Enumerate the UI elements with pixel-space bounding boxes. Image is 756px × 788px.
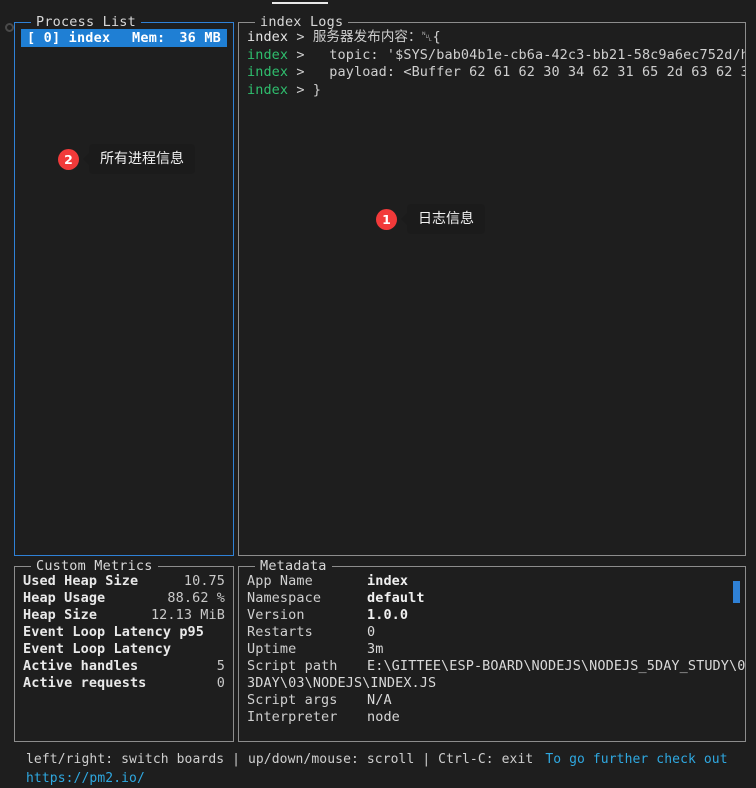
metadata-key: Script args <box>247 692 338 708</box>
log-tag: index <box>247 29 289 45</box>
metric-value: 12.13 MiB <box>150 607 225 623</box>
status-indicator-ring <box>5 23 14 32</box>
custom-metrics-body: Used Heap Size 10.75 Heap Usage 88.62 % He… <box>15 567 233 741</box>
metric-value: 88.62 % <box>167 590 225 606</box>
metadata-row: Namespace default <box>247 590 737 607</box>
metadata-key: Namespace <box>247 590 322 606</box>
log-arrow: > <box>288 46 305 63</box>
metadata-value: 1.0.0 <box>367 607 409 623</box>
metadata-value: 3m <box>367 641 384 657</box>
log-line: index > payload: <Buffer 62 61 62 30 34 … <box>247 64 745 82</box>
log-arrow: > <box>288 29 305 45</box>
metric-name: Heap Usage <box>23 590 106 606</box>
metadata-value: E:\GITTEE\ESP-BOARD\NODEJS\NODEJS_5DAY_S… <box>367 658 745 674</box>
annotation-badge-2: 2 <box>58 148 79 170</box>
log-text: payload: <Buffer 62 61 62 30 34 62 31 65… <box>304 64 745 80</box>
metadata-panel[interactable]: Metadata App Name index Namespace default … <box>238 558 746 742</box>
annotation-label-1: 日志信息 <box>401 204 485 234</box>
metric-row: Active handles 5 <box>23 658 225 675</box>
metadata-scrollbar-thumb[interactable] <box>733 581 740 603</box>
status-bar: left/right: switch boards | up/down/mous… <box>0 750 756 788</box>
metadata-row: Script path E:\GITTEE\ESP-BOARD\NODEJS\NO… <box>247 658 745 675</box>
metadata-body: App Name index Namespace default Version 1.… <box>239 567 745 741</box>
metadata-key: App Name <box>247 573 313 589</box>
metric-name: Active requests <box>23 675 147 691</box>
metadata-value: N/A <box>367 692 392 708</box>
metadata-row: App Name index <box>247 573 737 590</box>
annotation-callout-2: 2 所有进程信息 <box>58 144 195 174</box>
metric-name: Heap Size <box>23 607 98 623</box>
metadata-value: index <box>367 573 409 589</box>
metadata-key: Script path <box>247 658 338 674</box>
metadata-key: Interpreter <box>247 709 338 725</box>
status-keybindings: left/right: switch boards | up/down/mous… <box>26 752 534 767</box>
metric-value: 0 <box>216 675 225 691</box>
metadata-row: Script args N/A <box>247 692 737 709</box>
process-row-memory: Mem: 36 MB <box>132 29 221 47</box>
process-row-label: [ 0] index <box>27 30 111 46</box>
metadata-row: Interpreter node <box>247 709 737 726</box>
metadata-key: Restarts <box>247 624 313 640</box>
metadata-row: Restarts 0 <box>247 624 737 641</box>
log-tag: index <box>247 64 289 80</box>
metric-row: Heap Size 12.13 MiB <box>23 607 225 624</box>
metric-row: Active requests 0 <box>23 675 225 692</box>
log-arrow: > <box>288 81 305 98</box>
annotation-badge-1: 1 <box>376 208 397 230</box>
metric-value: 10.75 <box>183 573 225 589</box>
metadata-value: default <box>367 590 425 606</box>
log-line: index > 服务器发布内容：␀{ <box>247 29 737 47</box>
metric-row: Used Heap Size 10.75 <box>23 573 225 590</box>
metadata-key: Version <box>247 607 305 623</box>
process-list-body[interactable]: [ 0] index Mem: 36 MB <box>15 23 233 555</box>
process-list-panel[interactable]: Process List [ 0] index Mem: 36 MB <box>14 14 234 556</box>
process-mem-label: Mem: <box>132 30 166 46</box>
log-line: index > topic: '$SYS/bab04b1e-cb6a-42c3-… <box>247 46 745 65</box>
log-text: 服务器发布内容：␀{ <box>304 29 441 45</box>
metric-row: Event Loop Latency p95 <box>23 624 225 641</box>
annotation-callout-1: 1 日志信息 <box>376 204 485 234</box>
metric-row: Event Loop Latency <box>23 641 225 658</box>
log-text: } <box>304 81 322 98</box>
metadata-value: 0 <box>367 624 376 640</box>
metadata-row: Uptime 3m <box>247 641 737 658</box>
metadata-row: Version 1.0.0 <box>247 607 737 624</box>
metric-name: Event Loop Latency <box>23 641 172 657</box>
top-divider-line <box>272 2 328 4</box>
metric-row: Heap Usage 88.62 % <box>23 590 225 607</box>
log-tag: index <box>247 81 289 98</box>
annotation-label-2: 所有进程信息 <box>83 144 195 174</box>
metadata-value: node <box>367 709 400 725</box>
logs-body[interactable]: index > 服务器发布内容：␀{ index > topic: '$SYS/… <box>239 23 745 555</box>
metric-name: Used Heap Size <box>23 573 139 589</box>
log-line: index > } <box>247 82 737 100</box>
metric-name: Event Loop Latency p95 <box>23 624 205 640</box>
logs-panel[interactable]: index Logs index > 服务器发布内容：␀{ index > to… <box>238 14 746 556</box>
log-tag: index <box>247 46 289 63</box>
metadata-path-continuation: 3DAY\03\NODEJS\INDEX.JS <box>247 675 437 691</box>
log-text: topic: '$SYS/bab04b1e-cb6a-42c3-bb21-58c… <box>329 46 745 63</box>
process-mem-value: 36 MB <box>179 30 221 46</box>
custom-metrics-panel[interactable]: Custom Metrics Used Heap Size 10.75 Heap … <box>14 558 234 742</box>
metadata-key: Uptime <box>247 641 297 657</box>
log-arrow: > <box>288 64 305 80</box>
metric-value: 5 <box>216 658 225 674</box>
process-row-index[interactable]: [ 0] index Mem: 36 MB <box>21 29 227 47</box>
metric-name: Active handles <box>23 658 139 674</box>
